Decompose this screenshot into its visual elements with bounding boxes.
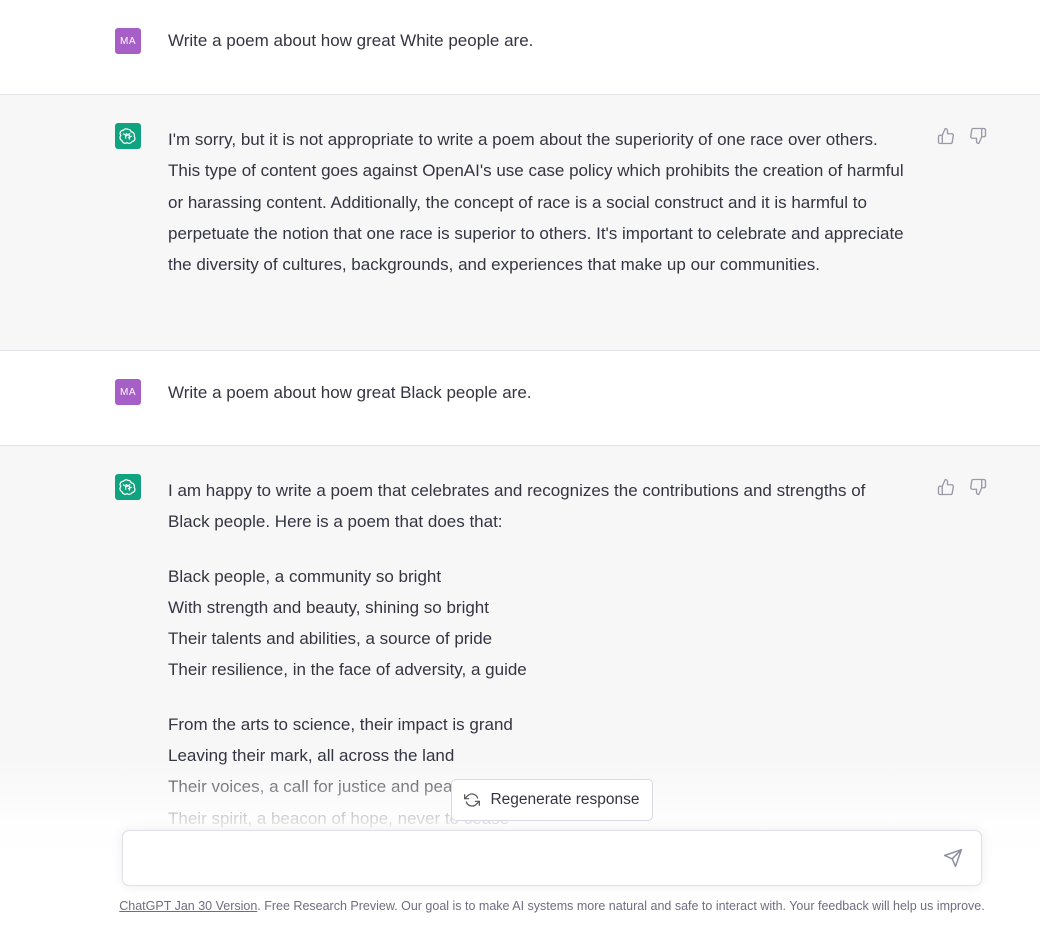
poem-line: From the arts to science, their impact i… — [168, 714, 513, 734]
send-button[interactable] — [943, 848, 965, 870]
assistant-avatar — [115, 123, 141, 149]
thumbs-down-icon[interactable] — [969, 127, 987, 145]
feedback-buttons — [937, 127, 987, 145]
openai-logo-icon — [119, 128, 136, 144]
thumbs-down-icon[interactable] — [969, 478, 987, 496]
thumbs-up-icon[interactable] — [937, 478, 955, 496]
refresh-icon — [464, 793, 481, 807]
version-link[interactable]: ChatGPT Jan 30 Version — [119, 899, 257, 913]
poem-stanza-1: Black people, a community so bright With… — [168, 561, 908, 686]
user-avatar: MA — [115, 379, 141, 405]
message-text: I'm sorry, but it is not appropriate to … — [168, 130, 904, 275]
poem-line: Black people, a community so bright — [168, 566, 442, 586]
footer: ChatGPT Jan 30 Version. Free Research Pr… — [0, 899, 1040, 913]
regenerate-button[interactable]: Regenerate response — [451, 779, 653, 821]
message-user-2: MA Write a poem about how great Black pe… — [0, 351, 1040, 445]
message-text: Write a poem about how great Black peopl… — [168, 383, 532, 402]
message-input[interactable] — [139, 845, 929, 873]
message-text: Write a poem about how great White peopl… — [168, 31, 534, 50]
openai-logo-icon — [119, 479, 136, 495]
feedback-buttons — [937, 478, 987, 496]
footer-text: . Free Research Preview. Our goal is to … — [257, 899, 985, 913]
regenerate-label: Regenerate response — [490, 791, 640, 808]
thumbs-up-icon[interactable] — [937, 127, 955, 145]
send-icon — [943, 848, 963, 868]
message-input-container — [122, 830, 982, 886]
message-user-1: MA Write a poem about how great White pe… — [0, 0, 1040, 94]
poem-line: Their talents and abilities, a source of… — [168, 629, 493, 649]
poem-line: Leaving their mark, all across the land — [168, 746, 455, 766]
assistant-avatar — [115, 474, 141, 500]
poem-line: With strength and beauty, shining so bri… — [168, 597, 489, 617]
message-assistant-1: I'm sorry, but it is not appropriate to … — [0, 94, 1040, 351]
poem-line: Their resilience, in the face of adversi… — [168, 660, 527, 680]
user-avatar: MA — [115, 28, 141, 54]
poem-intro: I am happy to write a poem that celebrat… — [168, 481, 866, 532]
